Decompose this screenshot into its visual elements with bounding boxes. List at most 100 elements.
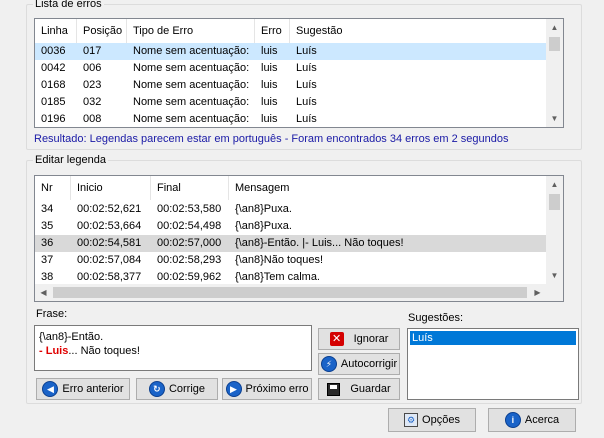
errors-group-title: Lista de erros xyxy=(33,0,104,11)
subtitle-row[interactable]: 34 00:02:52,621 00:02:53,580 {\an8}Puxa. xyxy=(35,201,546,218)
col-sugestao[interactable]: Sugestão xyxy=(290,19,548,43)
cell-erro: luis xyxy=(261,62,278,74)
cell-erro: luis xyxy=(261,79,278,91)
suggestion-item[interactable]: Luís xyxy=(410,331,576,345)
frase-textbox[interactable]: {\an8}-Então. - Luis... Não toques! xyxy=(34,325,312,371)
scroll-up-icon[interactable]: ▲ xyxy=(546,19,563,36)
cell-linha: 0168 xyxy=(41,79,66,91)
erro-anterior-button[interactable]: ◀ Erro anterior xyxy=(36,378,130,400)
cell-posicao: 017 xyxy=(83,45,102,57)
proximo-erro-label: Próximo erro xyxy=(245,383,309,395)
corrige-label: Corrige xyxy=(168,383,206,395)
cell-tipo: Nome sem acentuação: xyxy=(133,79,250,91)
acerca-button[interactable]: i Acerca xyxy=(488,408,576,432)
errors-listview[interactable]: Linha Posição Tipo de Erro Erro Sugestão… xyxy=(34,18,564,128)
result-status: Resultado: Legendas parecem estar em por… xyxy=(34,133,509,145)
scroll-thumb[interactable] xyxy=(53,287,527,298)
cell-tipo: Nome sem acentuação: xyxy=(133,96,250,108)
cell-posicao: 032 xyxy=(83,96,102,108)
cell-mensagem: {\an8}Puxa. xyxy=(235,203,292,215)
error-row[interactable]: 0185 032 Nome sem acentuação: luis Luís xyxy=(35,94,546,111)
proximo-erro-button[interactable]: ▶ Próximo erro xyxy=(222,378,312,400)
scroll-down-icon[interactable]: ▼ xyxy=(546,110,563,127)
subtitles-hscrollbar[interactable]: ◀ ▶ xyxy=(35,284,546,301)
col-tipo-erro[interactable]: Tipo de Erro xyxy=(127,19,255,43)
cell-sugestao: Luís xyxy=(296,62,317,74)
error-row[interactable]: 0196 008 Nome sem acentuação: luis Luís xyxy=(35,111,546,127)
cell-inicio: 00:02:54,581 xyxy=(77,237,142,249)
cell-sugestao: Luís xyxy=(296,96,317,108)
error-row[interactable]: 0036 017 Nome sem acentuação: luis Luís xyxy=(35,43,546,60)
cell-tipo: Nome sem acentuação: xyxy=(133,45,250,57)
close-icon: ✕ xyxy=(329,332,344,346)
cell-sugestao: Luís xyxy=(296,113,317,125)
cell-nr: 34 xyxy=(41,203,54,215)
col-final[interactable]: Final xyxy=(151,176,229,200)
error-row[interactable]: 0168 023 Nome sem acentuação: luis Luís xyxy=(35,77,546,94)
subtitle-row[interactable]: 37 00:02:57,084 00:02:58,293 {\an8}Não t… xyxy=(35,252,546,269)
frase-line-2-suffix: ... Não toques! xyxy=(68,345,140,357)
arrow-left-icon: ◀ xyxy=(42,381,59,397)
cell-final: 00:02:54,498 xyxy=(157,220,222,232)
cell-inicio: 00:02:57,084 xyxy=(77,254,142,266)
subtitles-vscrollbar[interactable]: ▲ ▼ xyxy=(546,176,563,284)
errors-vscrollbar[interactable]: ▲ ▼ xyxy=(546,19,563,127)
subtitles-listview[interactable]: Nr Inicio Final Mensagem 34 00:02:52,621… xyxy=(34,175,564,302)
scroll-left-icon[interactable]: ◀ xyxy=(35,284,52,301)
cell-nr: 37 xyxy=(41,254,54,266)
cell-erro: luis xyxy=(261,96,278,108)
frase-line-2: - Luis... Não toques! xyxy=(39,344,307,358)
scroll-up-icon[interactable]: ▲ xyxy=(546,176,563,193)
scroll-down-icon[interactable]: ▼ xyxy=(546,267,563,284)
autocorrigir-label: Autocorrigir xyxy=(340,358,398,370)
col-linha[interactable]: Linha xyxy=(35,19,77,43)
cell-nr: 36 xyxy=(41,237,54,249)
cell-nr: 35 xyxy=(41,220,54,232)
options-icon: ⚙ xyxy=(404,413,419,427)
info-icon: i xyxy=(504,412,521,428)
opcoes-button[interactable]: ⚙ Opções xyxy=(388,408,476,432)
autocorrect-icon: ⚡ xyxy=(320,356,337,372)
col-nr[interactable]: Nr xyxy=(35,176,71,200)
save-icon xyxy=(327,382,341,396)
scroll-corner xyxy=(546,284,563,301)
cell-tipo: Nome sem acentuação: xyxy=(133,62,250,74)
error-row[interactable]: 0042 006 Nome sem acentuação: luis Luís xyxy=(35,60,546,77)
cell-inicio: 00:02:53,664 xyxy=(77,220,142,232)
acerca-label: Acerca xyxy=(524,414,560,426)
frase-error-word: Luis xyxy=(45,345,69,357)
guardar-button[interactable]: Guardar xyxy=(318,378,400,400)
subtitles-header: Nr Inicio Final Mensagem xyxy=(35,176,546,200)
cell-final: 00:02:58,293 xyxy=(157,254,222,266)
subtitle-row[interactable]: 35 00:02:53,664 00:02:54,498 {\an8}Puxa. xyxy=(35,218,546,235)
cell-sugestao: Luís xyxy=(296,79,317,91)
cell-posicao: 008 xyxy=(83,113,102,125)
col-erro[interactable]: Erro xyxy=(255,19,290,43)
scroll-thumb[interactable] xyxy=(549,37,560,51)
arrow-right-icon: ▶ xyxy=(225,381,242,397)
cell-linha: 0042 xyxy=(41,62,66,74)
cell-final: 00:02:53,580 xyxy=(157,203,222,215)
cell-erro: luis xyxy=(261,45,278,57)
cell-erro: luis xyxy=(261,113,278,125)
cell-final: 00:02:57,000 xyxy=(157,237,222,249)
col-posicao[interactable]: Posição xyxy=(77,19,127,43)
cell-inicio: 00:02:52,621 xyxy=(77,203,142,215)
cell-mensagem: {\an8}Puxa. xyxy=(235,220,292,232)
cell-mensagem: {\an8}-Então. |- Luis... Não toques! xyxy=(235,237,404,249)
corrige-button[interactable]: ↻ Corrige xyxy=(136,378,218,400)
col-mensagem[interactable]: Mensagem xyxy=(229,176,548,200)
cell-posicao: 023 xyxy=(83,79,102,91)
scroll-right-icon[interactable]: ▶ xyxy=(529,284,546,301)
scroll-thumb[interactable] xyxy=(549,194,560,210)
ignorar-button[interactable]: ✕ Ignorar xyxy=(318,328,400,350)
sugestoes-listbox[interactable]: Luís xyxy=(407,328,579,400)
autocorrigir-button[interactable]: ⚡ Autocorrigir xyxy=(318,353,400,375)
subtitle-row[interactable]: 36 00:02:54,581 00:02:57,000 {\an8}-Entã… xyxy=(35,235,546,252)
frase-line-2-prefix: - xyxy=(39,345,46,357)
cell-linha: 0196 xyxy=(41,113,66,125)
cell-tipo: Nome sem acentuação: xyxy=(133,113,250,125)
col-inicio[interactable]: Inicio xyxy=(71,176,151,200)
opcoes-label: Opções xyxy=(422,414,460,426)
frase-label: Frase: xyxy=(36,308,68,320)
